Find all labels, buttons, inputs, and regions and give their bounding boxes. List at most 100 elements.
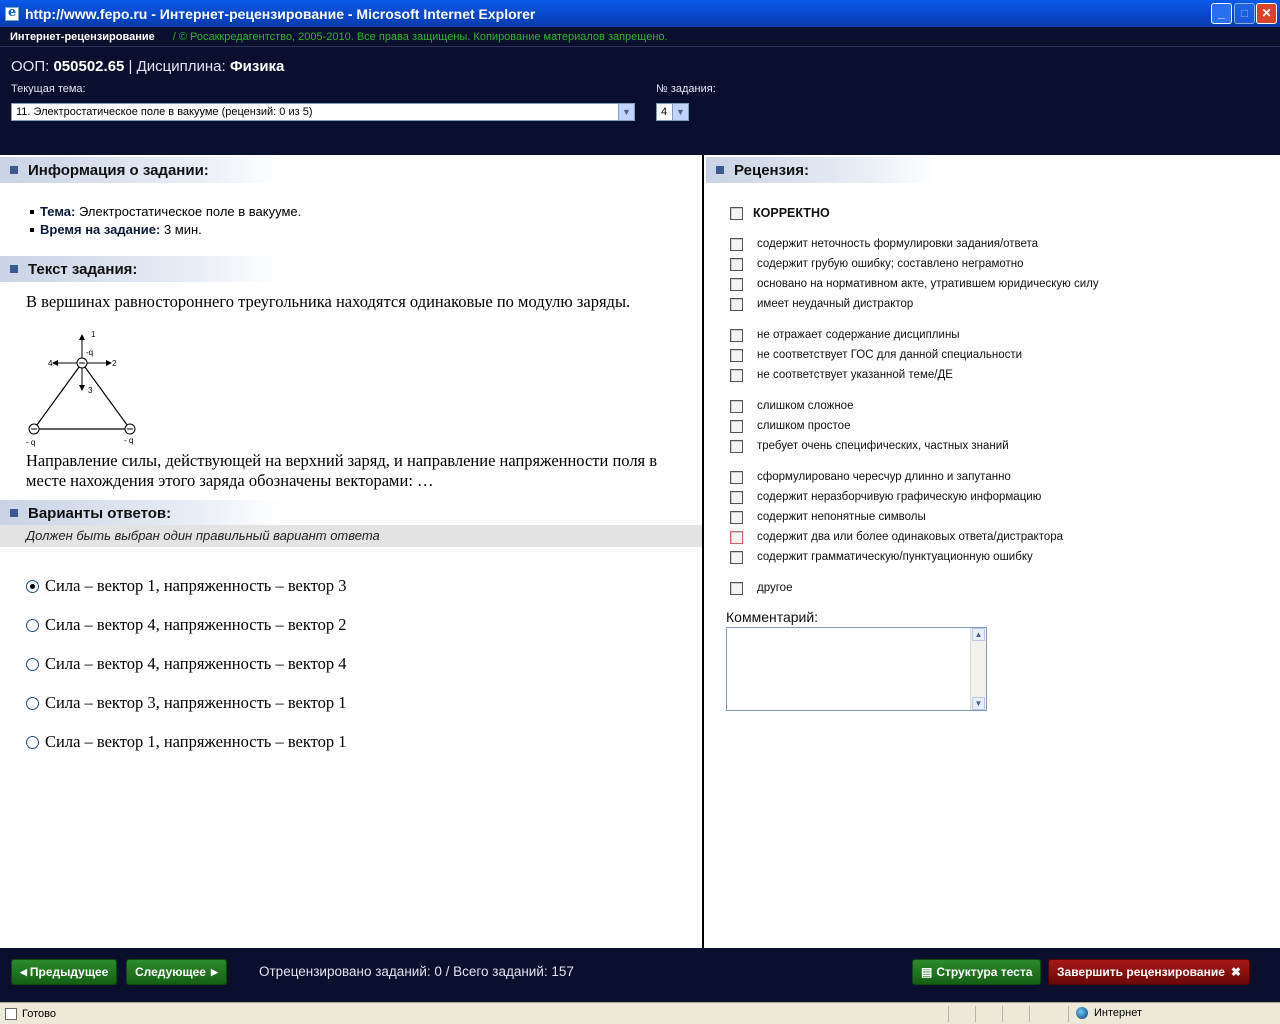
window-title: http://www.fepo.ru - Интернет-рецензиров… [25, 5, 536, 22]
review-item-label: основано на нормативном акте, утратившем… [757, 278, 1099, 290]
review-item-label: содержит неточность формулировки задания… [757, 238, 1039, 250]
ie-icon [5, 5, 19, 21]
review-item-label: слишком сложное [757, 400, 854, 412]
review-checkbox[interactable] [730, 258, 743, 271]
window-titlebar: http://www.fepo.ru - Интернет-рецензиров… [0, 0, 1280, 27]
review-checkbox[interactable] [730, 238, 743, 251]
task-info-list: Тема: Электростатическое поле в вакууме.… [30, 203, 301, 239]
maximize-button: □ [1234, 3, 1255, 24]
task-number-label: № задания: [656, 83, 716, 95]
task-text-paragraph-1: В вершинах равностороннего треугольника … [26, 292, 631, 311]
task-text-heading: Текст задания: [0, 256, 282, 282]
brand-title: Интернет-рецензирование [10, 30, 155, 43]
review-item-label: содержит грамматическую/пунктуационную о… [757, 551, 1033, 563]
status-divider [1029, 1006, 1030, 1022]
review-checkbox[interactable] [730, 400, 743, 413]
answer-option[interactable]: Сила – вектор 1, напряженность – вектор … [26, 732, 347, 752]
review-checkbox[interactable] [730, 349, 743, 362]
review-checkbox[interactable] [730, 511, 743, 524]
discipline-label: | Дисциплина: [128, 58, 226, 75]
answer-option[interactable]: Сила – вектор 1, напряженность – вектор … [26, 576, 347, 596]
left-charge-label: - q [26, 438, 35, 447]
page-icon [5, 1007, 17, 1020]
answer-option[interactable]: Сила – вектор 4, напряженность – вектор … [26, 654, 347, 674]
document-icon: ▤ [921, 965, 933, 979]
review-item-label: слишком простое [757, 420, 851, 432]
progress-text: Отрецензировано заданий: 0 / Всего задан… [259, 964, 574, 979]
oop-discipline: ООП: 050502.65 | Дисциплина: Физика [11, 58, 284, 75]
correct-label: КОРРЕКТНО [753, 206, 830, 220]
scroll-down-icon[interactable]: ▼ [972, 697, 985, 710]
review-checkbox[interactable] [730, 278, 743, 291]
radio[interactable] [26, 618, 39, 632]
task-number-select[interactable]: 4 ▼ [656, 103, 689, 121]
copyright-text: / © Росаккредагентство, 2005-2010. Все п… [172, 30, 668, 43]
close-window-button[interactable]: ✕ [1256, 3, 1277, 24]
chevron-down-icon[interactable]: ▼ [672, 104, 688, 120]
status-divider [1068, 1006, 1069, 1022]
status-text: Готово [22, 1007, 56, 1020]
review-checkbox[interactable] [730, 369, 743, 382]
review-checkbox[interactable] [730, 531, 743, 544]
answers-heading: Варианты ответов: [0, 500, 282, 526]
answers-hint: Должен быть выбран один правильный вариа… [0, 525, 702, 547]
top-line: Интернет-рецензирование / © Росаккредаге… [0, 27, 1280, 47]
review-item-label: содержит грубую ошибку; составлено негра… [757, 258, 1024, 270]
review-checkbox[interactable] [730, 471, 743, 484]
status-divider [975, 1006, 976, 1022]
finish-review-button[interactable]: Завершить рецензирование ✖ [1048, 959, 1250, 985]
review-checkbox[interactable] [730, 298, 743, 311]
review-checkbox[interactable] [730, 329, 743, 342]
topic-select-value: 11. Электростатическое поле в вакууме (р… [16, 106, 313, 118]
review-item-label: содержит два или более одинаковых ответа… [757, 531, 1064, 543]
radio-selected[interactable] [26, 579, 39, 593]
task-time: Время на задание: 3 мин. [30, 221, 301, 239]
topic-select-label: Текущая тема: [11, 83, 86, 95]
review-item-label: не соответствует указанной теме/ДЕ [757, 369, 953, 381]
scroll-up-icon[interactable]: ▲ [972, 628, 985, 641]
scrollbar[interactable]: ▲ ▼ [970, 628, 986, 710]
comment-textarea[interactable]: ▲ ▼ [726, 627, 987, 711]
review-item-label: требует очень специфических, частных зна… [757, 440, 1009, 452]
vector-label: 3 [88, 386, 93, 395]
answer-option[interactable]: Сила – вектор 4, напряженность – вектор … [26, 615, 347, 635]
bullet-square-icon [10, 265, 18, 273]
status-divider [1002, 1006, 1003, 1022]
task-info-heading: Информация о задании: [0, 157, 282, 183]
review-item-label: не соответствует ГОС для данной специаль… [757, 349, 1023, 361]
globe-icon [1076, 1007, 1088, 1019]
review-item-label: не отражает содержание дисциплины [757, 329, 960, 341]
review-item-label: другое [757, 582, 793, 594]
correct-checkbox[interactable] [730, 207, 743, 220]
app-header: Интернет-рецензирование / © Росаккредаге… [0, 27, 1280, 155]
radio[interactable] [26, 696, 39, 710]
review-item-label: содержит неразборчивую графическую инфор… [757, 491, 1042, 503]
prev-button[interactable]: ◀ Предыдущее [11, 959, 118, 985]
chevron-down-icon[interactable]: ▼ [618, 104, 634, 120]
status-divider [948, 1006, 949, 1022]
status-bar: Готово Интернет [0, 1002, 1280, 1024]
review-checkbox[interactable] [730, 440, 743, 453]
topic-select[interactable]: 11. Электростатическое поле в вакууме (р… [11, 103, 635, 121]
vector-label: 1 [91, 330, 96, 339]
radio[interactable] [26, 735, 39, 749]
triangle-right-icon: ▶ [210, 966, 218, 977]
radio[interactable] [26, 657, 39, 671]
zone-text: Интернет [1094, 1007, 1142, 1019]
review-checkbox[interactable] [730, 582, 743, 595]
review-checkbox[interactable] [730, 491, 743, 504]
review-checkbox[interactable] [730, 420, 743, 433]
task-topic: Тема: Электростатическое поле в вакууме. [30, 203, 301, 221]
answer-option[interactable]: Сила – вектор 3, напряженность – вектор … [26, 693, 347, 713]
footer-bar: ◀ Предыдущее Следующее ▶ Отрецензировано з… [0, 948, 1280, 1002]
review-checkbox[interactable] [730, 551, 743, 564]
triangle-left-icon: ◀ [20, 966, 27, 977]
vector-label: 4 [48, 359, 53, 368]
test-structure-button[interactable]: ▤ Структура теста [912, 959, 1042, 985]
task-text-paragraph-2: Направление силы, действующей на верхний… [26, 451, 658, 490]
vector-label: 2 [112, 359, 117, 368]
triangle-charges-figure: 1 2 3 4 -q - q - q [26, 330, 136, 447]
task-pane: Информация о задании: Тема: Электростати… [0, 155, 704, 948]
minimize-button[interactable]: _ [1211, 3, 1232, 24]
next-button[interactable]: Следующее ▶ [126, 959, 227, 985]
